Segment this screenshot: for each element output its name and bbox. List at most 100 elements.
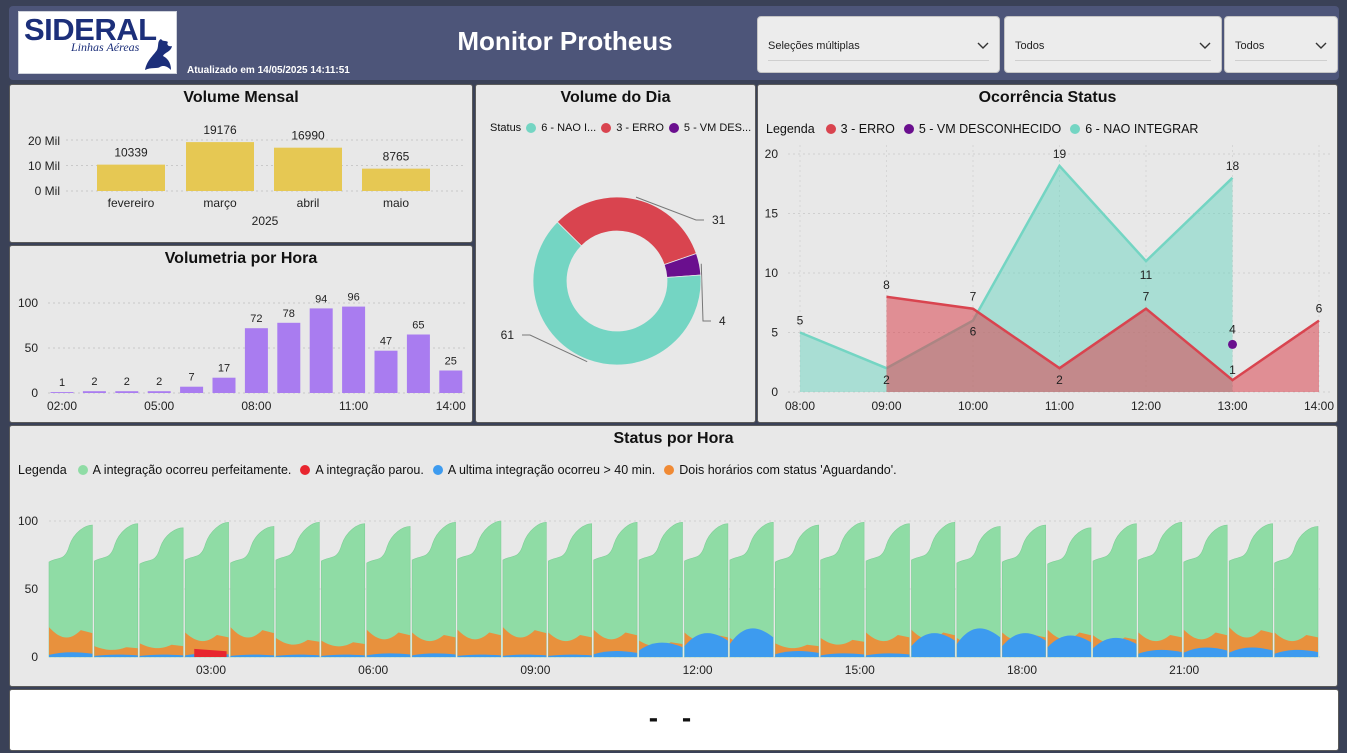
- donut-slice: [556, 196, 697, 266]
- griffin-icon: [145, 39, 172, 70]
- data-label: 10339: [114, 146, 148, 160]
- x-tick-label: fevereiro: [108, 196, 155, 210]
- bar: [362, 168, 430, 191]
- x-axis-year-label: 2025: [252, 214, 279, 228]
- data-label: 4: [1229, 322, 1236, 336]
- data-label: 16990: [291, 129, 325, 143]
- bar: [97, 164, 165, 191]
- data-label: 11: [1140, 268, 1153, 282]
- slicer-filter-1[interactable]: Seleções múltiplas: [757, 16, 1000, 73]
- bar: [406, 334, 430, 393]
- x-tick-label: 09:00: [520, 663, 550, 677]
- x-tick-label: 21:00: [1169, 663, 1199, 677]
- status-hora-chart: 0 50 100 03:00 06:00 09:00 12:00 15:00 18:00 21:0…: [18, 514, 1320, 677]
- volumetria-chart: 0 50 100 1 2 2 2 7 17 72 78 94 96 47 65 25 02:00 05:00 08:…: [18, 292, 466, 413]
- slicer-value: Todos: [1015, 39, 1045, 52]
- y-tick-label: 0: [31, 650, 38, 664]
- x-tick-label: 10:00: [958, 399, 988, 413]
- x-tick-label: 09:00: [871, 399, 901, 413]
- x-tick-label: 05:00: [144, 399, 174, 413]
- series-perfeitamente-segment: [820, 522, 865, 658]
- data-label: 7: [970, 290, 977, 304]
- data-label: 19176: [203, 123, 237, 137]
- data-label: 96: [347, 292, 359, 304]
- data-label: 94: [315, 293, 327, 305]
- x-tick-label: 03:00: [196, 663, 226, 677]
- x-tick-label: 15:00: [845, 663, 875, 677]
- series-perfeitamente-segment: [1092, 523, 1137, 658]
- leader-line: [700, 263, 711, 322]
- data-label: 78: [283, 308, 295, 320]
- bar: [244, 328, 268, 393]
- bar: [342, 306, 366, 393]
- data-label: 8765: [383, 150, 410, 164]
- data-label: 7: [1143, 290, 1150, 304]
- panel-ocorrencia-status: Ocorrência Status Legenda 3 - ERRO 5 - V…: [757, 84, 1338, 423]
- y-tick-label: 10 Mil: [28, 159, 60, 173]
- logo-sub-text: Linhas Aéreas: [71, 40, 140, 54]
- data-label: 31: [712, 213, 726, 227]
- bar: [439, 370, 463, 393]
- panel-volume-dia: Volume do Dia Status 6 - NAO I... 3 - ER…: [475, 84, 756, 423]
- series-perfeitamente-segment: [94, 523, 139, 658]
- y-tick-label: 10: [765, 266, 779, 280]
- panel-volume-mensal: Volume Mensal 20 Mil 10 Mil 0 Mil 2025 1…: [9, 84, 473, 243]
- x-tick-label: 06:00: [358, 663, 388, 677]
- panel-volumetria: Volumetria por Hora 0 50 100 1 2 2 2 7 17 72 78 94 9…: [9, 245, 473, 423]
- series-perfeitamente-segment: [638, 522, 683, 658]
- y-tick-label: 0: [771, 385, 778, 399]
- data-label: 2: [124, 376, 130, 388]
- x-tick-label: 02:00: [47, 399, 77, 413]
- y-tick-label: 100: [18, 296, 38, 310]
- bar: [147, 391, 171, 393]
- data-label: 19: [1053, 147, 1067, 161]
- data-label: 2: [1056, 373, 1063, 387]
- slicer-value: Seleções múltiplas: [768, 39, 860, 52]
- slicer-filter-3[interactable]: Todos: [1224, 16, 1338, 73]
- bar: [82, 391, 106, 393]
- data-label: 4: [719, 314, 726, 328]
- slicer-filter-2[interactable]: Todos: [1004, 16, 1222, 73]
- x-tick-label: 14:00: [436, 399, 466, 413]
- y-tick-label: 20 Mil: [28, 134, 60, 148]
- y-tick-label: 100: [18, 514, 38, 528]
- volume-mensal-chart: 20 Mil 10 Mil 0 Mil 2025 10339 fevereiro 1…: [28, 123, 465, 228]
- data-label: 7: [189, 372, 195, 384]
- bar: [115, 391, 139, 393]
- company-logo: SIDERAL Linhas Aéreas: [18, 11, 177, 74]
- last-updated-timestamp: Atualizado em 14/05/2025 14:11:51: [187, 65, 350, 76]
- data-label: 47: [380, 336, 392, 348]
- x-tick-label: maio: [383, 196, 409, 210]
- volume-dia-donut-chart: 31 4 61: [501, 196, 726, 366]
- x-tick-label: 11:00: [339, 399, 368, 413]
- y-tick-label: 50: [25, 582, 39, 596]
- bar: [277, 322, 301, 393]
- y-tick-label: 50: [25, 341, 39, 355]
- data-label: 5: [797, 314, 804, 328]
- series-perfeitamente-segment: [321, 523, 366, 658]
- y-tick-label: 5: [771, 326, 778, 340]
- data-label: 1: [1229, 363, 1236, 377]
- x-tick-label: 08:00: [785, 399, 815, 413]
- data-label: 2: [883, 373, 890, 387]
- series-perfeitamente-segment: [774, 524, 819, 658]
- series-vm-desconhecido-point: [1228, 339, 1237, 349]
- slicer-value: Todos: [1235, 39, 1265, 52]
- x-tick-label: março: [203, 196, 237, 210]
- bar: [180, 386, 204, 393]
- data-label: 18: [1226, 159, 1240, 173]
- data-label: 61: [501, 328, 515, 342]
- bar: [186, 142, 254, 191]
- series-perfeitamente-segment: [139, 527, 184, 658]
- y-tick-label: 15: [765, 207, 779, 221]
- x-tick-label: 14:00: [1304, 399, 1334, 413]
- y-tick-label: 0 Mil: [35, 184, 60, 198]
- x-tick-label: 13:00: [1217, 399, 1247, 413]
- chevron-down-icon: [1315, 42, 1327, 49]
- data-label: 25: [445, 356, 457, 368]
- bar: [374, 350, 398, 393]
- data-label: 72: [250, 313, 262, 325]
- data-label: 2: [91, 376, 97, 388]
- footer-card: - -: [9, 689, 1339, 751]
- x-tick-label: 11:00: [1045, 399, 1074, 413]
